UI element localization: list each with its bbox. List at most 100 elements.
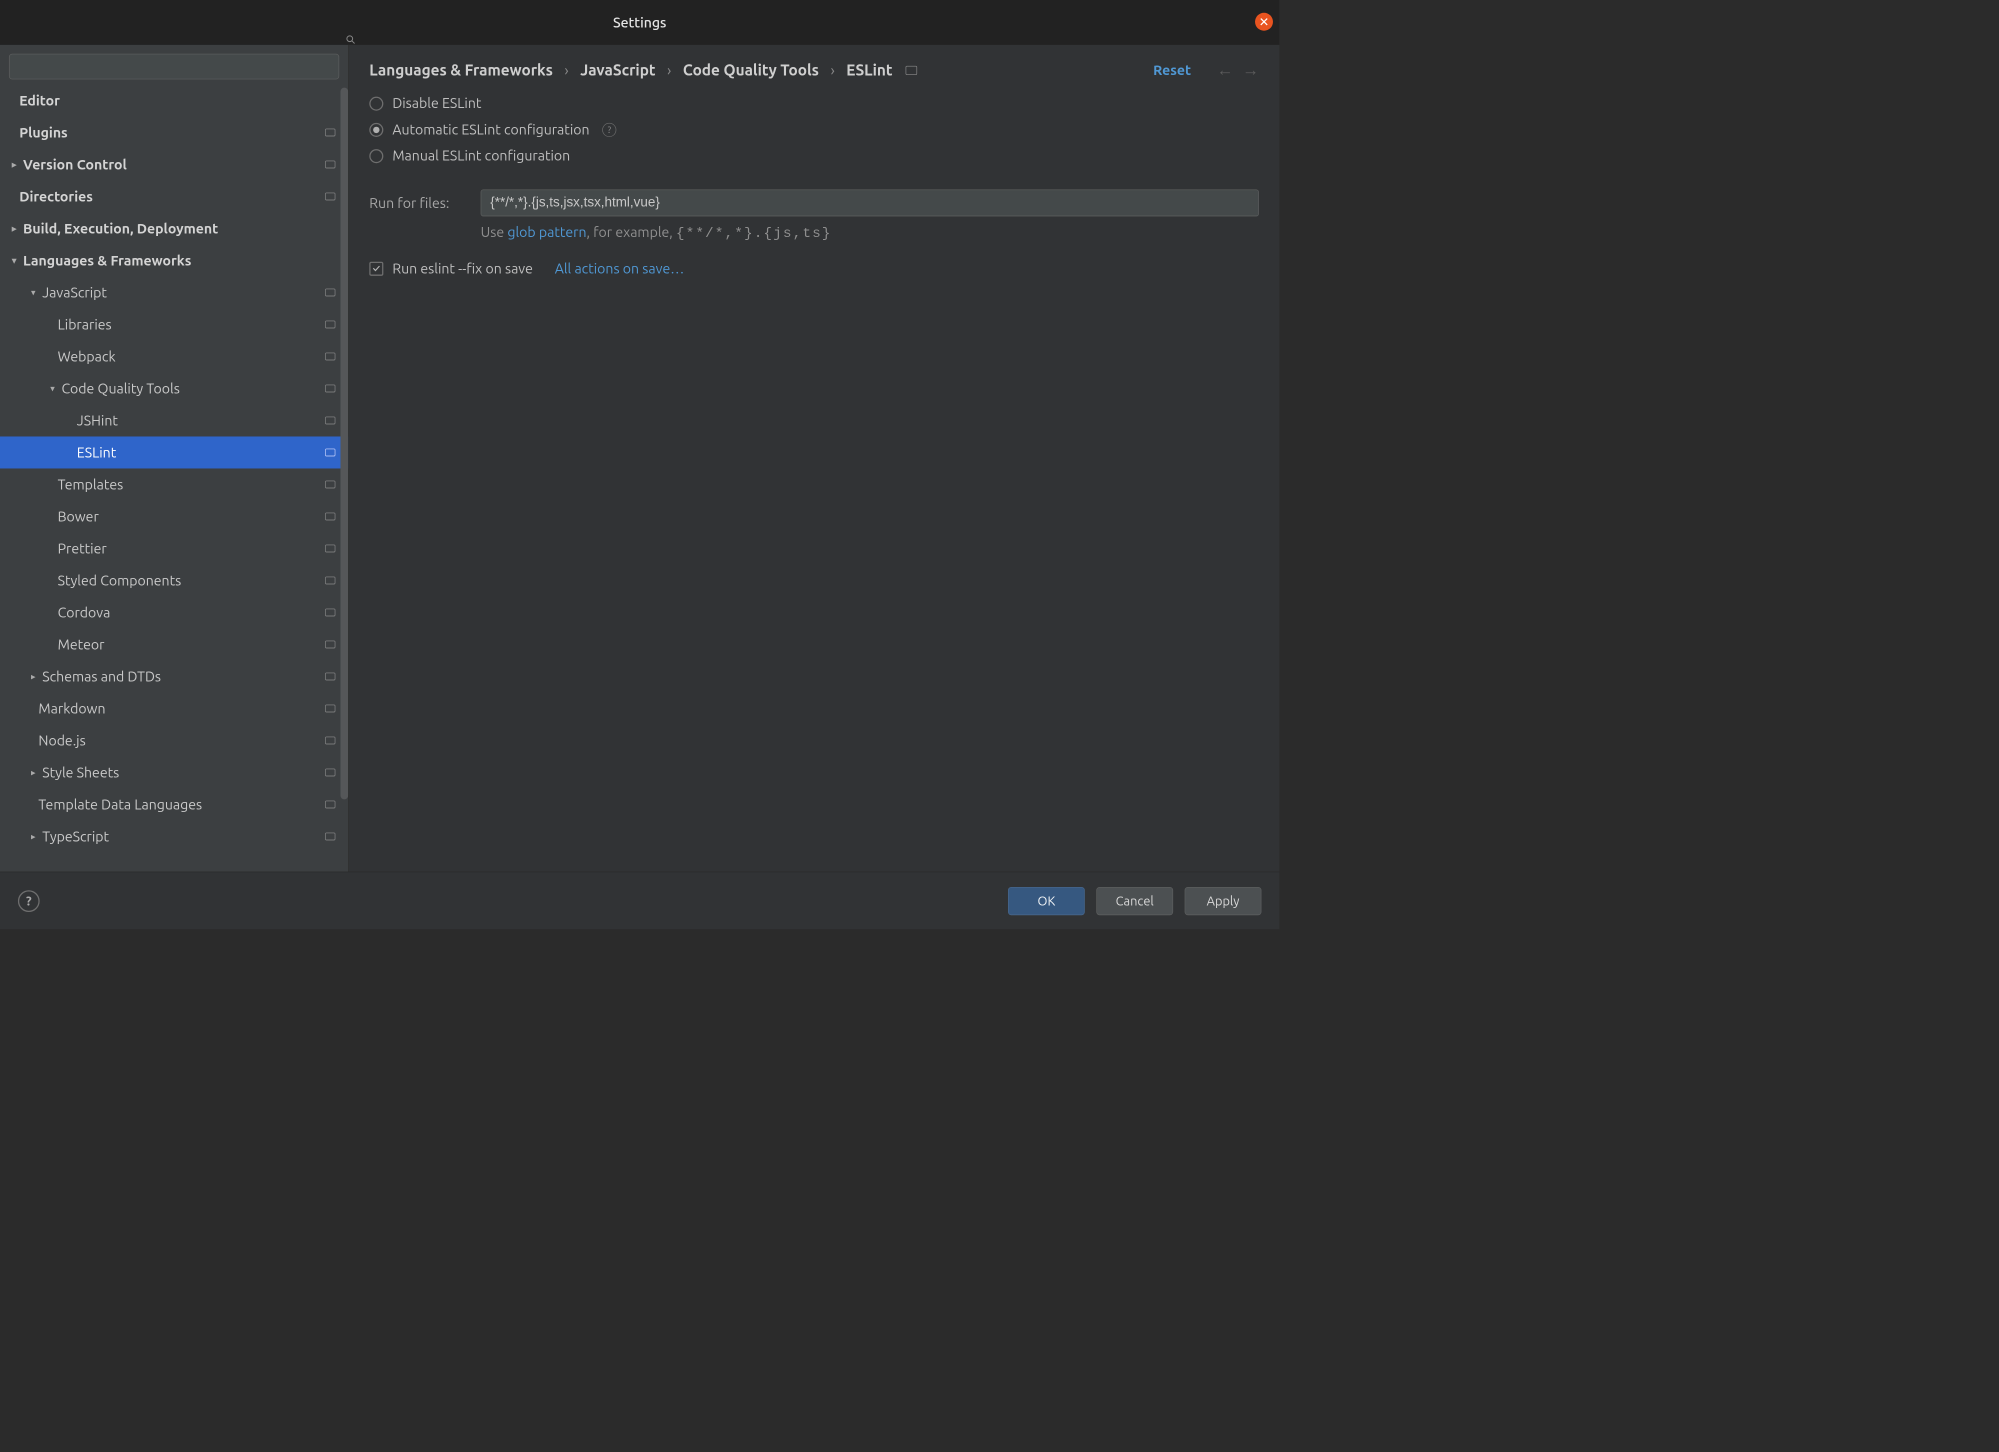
tree-item-markdown[interactable]: Markdown <box>0 692 348 724</box>
tree-item-version-control[interactable]: ▸Version Control <box>0 148 348 180</box>
tree-item-build-execution-deployment[interactable]: ▸Build, Execution, Deployment <box>0 212 348 244</box>
tree-item-prettier[interactable]: Prettier <box>0 532 348 564</box>
search-input[interactable] <box>9 54 339 80</box>
close-icon <box>1260 17 1269 26</box>
radio-label: Disable ESLint <box>392 95 481 111</box>
project-badge-icon <box>325 129 335 137</box>
radio-icon <box>369 149 383 163</box>
tree-item-label: JavaScript <box>42 284 325 300</box>
tree-item-node-js[interactable]: Node.js <box>0 724 348 756</box>
breadcrumb-separator: › <box>564 61 568 78</box>
help-button[interactable]: ? <box>18 890 40 912</box>
tree-item-label: Bower <box>58 508 326 524</box>
tree-item-template-data-languages[interactable]: Template Data Languages <box>0 788 348 820</box>
all-actions-link[interactable]: All actions on save… <box>555 260 685 276</box>
tree-item-editor[interactable]: Editor <box>0 84 348 116</box>
tree-item-label: TypeScript <box>42 828 325 844</box>
project-badge-icon <box>325 417 335 425</box>
tree-item-languages-frameworks[interactable]: ▾Languages & Frameworks <box>0 244 348 276</box>
tree-item-webpack[interactable]: Webpack <box>0 340 348 372</box>
settings-tree[interactable]: EditorPlugins▸Version ControlDirectories… <box>0 84 348 871</box>
tree-item-bower[interactable]: Bower <box>0 500 348 532</box>
tree-item-styled-components[interactable]: Styled Components <box>0 564 348 596</box>
tree-item-javascript[interactable]: ▾JavaScript <box>0 276 348 308</box>
radio-label: Manual ESLint configuration <box>392 148 570 164</box>
tree-item-label: Editor <box>19 92 335 108</box>
tree-item-label: ESLint <box>77 444 325 460</box>
project-badge-icon <box>325 161 335 169</box>
breadcrumb-segment: JavaScript <box>580 61 655 78</box>
tree-item-label: Markdown <box>38 700 325 716</box>
nav-forward-icon[interactable]: → <box>1242 60 1259 80</box>
tree-item-plugins[interactable]: Plugins <box>0 116 348 148</box>
project-badge-icon <box>325 481 335 489</box>
project-badge-icon <box>325 449 335 457</box>
tree-item-libraries[interactable]: Libraries <box>0 308 348 340</box>
project-badge-icon <box>325 609 335 617</box>
cancel-button[interactable]: Cancel <box>1096 887 1173 915</box>
project-badge-icon <box>325 801 335 809</box>
window-title: Settings <box>613 14 666 30</box>
apply-button[interactable]: Apply <box>1185 887 1262 915</box>
tree-item-typescript[interactable]: ▸TypeScript <box>0 820 348 852</box>
project-badge-icon <box>325 193 335 201</box>
tree-item-label: Code Quality Tools <box>61 380 325 396</box>
glob-pattern-link[interactable]: glob pattern <box>507 224 586 240</box>
tree-item-label: Version Control <box>23 156 325 172</box>
tree-item-label: Plugins <box>19 124 325 140</box>
radio-manual-eslint[interactable]: Manual ESLint configuration <box>369 148 1259 164</box>
tree-item-label: Templates <box>58 476 326 492</box>
fix-on-save-checkbox[interactable] <box>369 261 383 275</box>
breadcrumb: Languages & Frameworks › JavaScript › Code Q… <box>369 61 892 78</box>
tree-item-templates[interactable]: Templates <box>0 468 348 500</box>
close-button[interactable] <box>1255 13 1273 31</box>
reset-link[interactable]: Reset <box>1153 62 1191 78</box>
run-for-files-input[interactable] <box>481 189 1259 216</box>
tree-item-label: Cordova <box>58 604 326 620</box>
chevron-right-icon: ▸ <box>24 671 42 682</box>
project-badge-icon <box>325 705 335 713</box>
tree-item-label: Webpack <box>58 348 326 364</box>
project-badge-icon <box>905 66 917 75</box>
tree-item-cordova[interactable]: Cordova <box>0 596 348 628</box>
breadcrumb-segment: ESLint <box>846 61 892 78</box>
tree-item-label: JSHint <box>77 412 325 428</box>
nav-back-icon[interactable]: ← <box>1217 60 1234 80</box>
project-badge-icon <box>325 641 335 649</box>
breadcrumb-segment: Code Quality Tools <box>683 61 819 78</box>
tree-item-label: Libraries <box>58 316 326 332</box>
tree-item-jshint[interactable]: JSHint <box>0 404 348 436</box>
project-badge-icon <box>325 289 335 297</box>
breadcrumb-segment: Languages & Frameworks <box>369 61 553 78</box>
titlebar: Settings <box>0 0 1279 45</box>
project-badge-icon <box>325 769 335 777</box>
tree-item-meteor[interactable]: Meteor <box>0 628 348 660</box>
project-badge-icon <box>325 577 335 585</box>
scrollbar[interactable] <box>340 88 348 800</box>
radio-auto-eslint[interactable]: Automatic ESLint configuration ? <box>369 122 1259 138</box>
tree-item-label: Styled Components <box>58 572 326 588</box>
help-icon[interactable]: ? <box>602 123 616 137</box>
tree-item-style-sheets[interactable]: ▸Style Sheets <box>0 756 348 788</box>
chevron-down-icon: ▾ <box>5 255 23 266</box>
dialog-footer: ? OK Cancel Apply <box>0 872 1279 930</box>
run-for-files-label: Run for files: <box>369 195 465 211</box>
project-badge-icon <box>325 353 335 361</box>
project-badge-icon <box>325 833 335 841</box>
tree-item-label: Directories <box>19 188 325 204</box>
project-badge-icon <box>325 545 335 553</box>
tree-item-schemas-and-dtds[interactable]: ▸Schemas and DTDs <box>0 660 348 692</box>
tree-item-eslint[interactable]: ESLint <box>0 436 348 468</box>
breadcrumb-separator: › <box>667 61 671 78</box>
chevron-down-icon: ▾ <box>44 383 62 394</box>
chevron-right-icon: ▸ <box>5 159 23 170</box>
tree-item-label: Style Sheets <box>42 764 325 780</box>
tree-item-directories[interactable]: Directories <box>0 180 348 212</box>
fix-on-save-label: Run eslint --fix on save <box>392 260 533 276</box>
tree-item-code-quality-tools[interactable]: ▾Code Quality Tools <box>0 372 348 404</box>
radio-label: Automatic ESLint configuration <box>392 122 589 138</box>
tree-item-label: Prettier <box>58 540 326 556</box>
radio-disable-eslint[interactable]: Disable ESLint <box>369 95 1259 111</box>
ok-button[interactable]: OK <box>1008 887 1085 915</box>
radio-icon <box>369 96 383 110</box>
